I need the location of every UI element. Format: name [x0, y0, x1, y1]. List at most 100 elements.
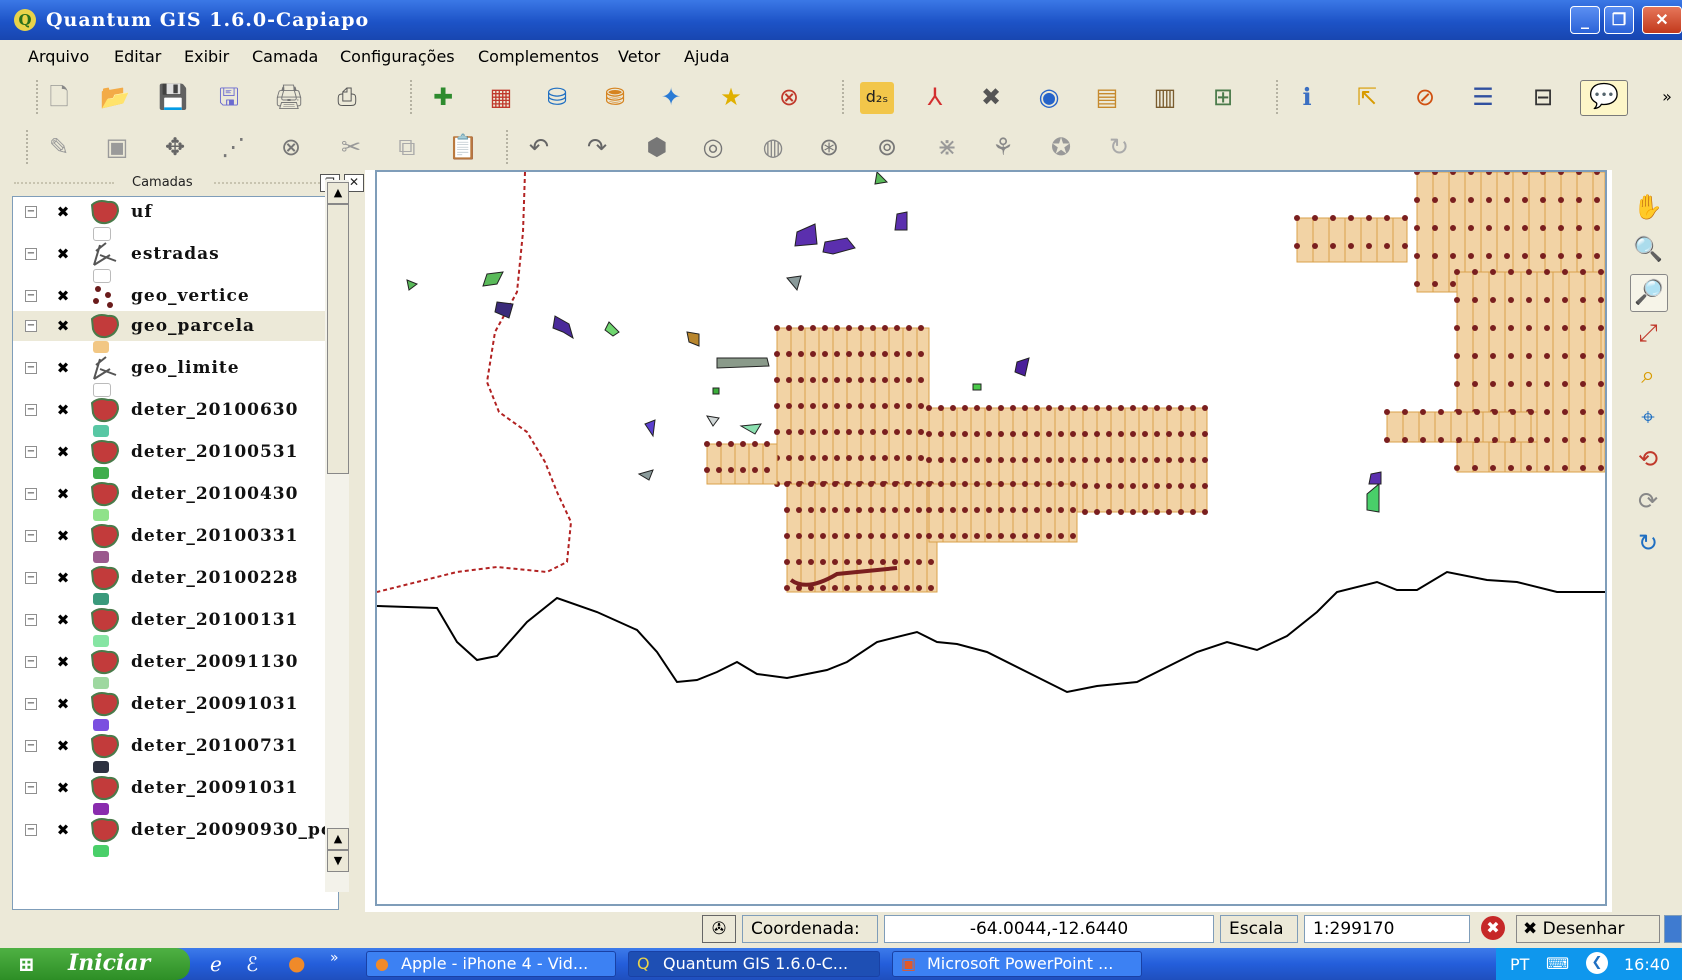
save-edits-icon[interactable]: ▣ [100, 132, 134, 164]
visibility-checkbox[interactable]: ✖ [55, 612, 71, 628]
visibility-checkbox[interactable]: ✖ [55, 318, 71, 334]
visibility-checkbox[interactable]: ✖ [55, 360, 71, 376]
layer-item-deter-20100630[interactable]: − ✖ deter_20100630 [13, 395, 338, 425]
menu-complementos[interactable]: Complementos [478, 47, 599, 66]
layer-item-deter-20091031[interactable]: − ✖ deter_20091031 [13, 689, 338, 719]
save-project-icon[interactable]: 💾 [156, 82, 190, 114]
start-button[interactable]: ⊞ Iniciar [0, 948, 190, 980]
layer-item-deter-20100731[interactable]: − ✖ deter_20100731 [13, 731, 338, 761]
attribute-table-icon[interactable]: ☰ [1466, 82, 1500, 114]
map-canvas[interactable] [375, 170, 1607, 906]
rotate-icon[interactable]: ↻ [1102, 132, 1136, 164]
ie-alt-quicklaunch-icon[interactable]: ℰ [246, 952, 258, 976]
deselect-icon[interactable]: ⊘ [1408, 82, 1442, 114]
layer-item-geo-parcela[interactable]: − ✖ geo_parcela [13, 311, 338, 341]
copy-features-icon[interactable]: ⧉ [390, 132, 424, 164]
select-icon[interactable]: ⇱ [1350, 82, 1384, 114]
collapse-toggle[interactable]: − [25, 656, 37, 668]
plugin-table-icon[interactable]: ▤ [1090, 82, 1124, 114]
map-render[interactable] [377, 172, 1605, 904]
visibility-checkbox[interactable]: ✖ [55, 570, 71, 586]
layer-item-deter-20100430[interactable]: − ✖ deter_20100430 [13, 479, 338, 509]
delete-selected-icon[interactable]: ⊗ [274, 132, 308, 164]
scale-input[interactable]: 1:299170 [1304, 915, 1470, 943]
menu-configuracoes[interactable]: Configurações [340, 47, 455, 66]
plugin-raster-icon[interactable]: ✖ [974, 82, 1008, 114]
firefox-quicklaunch-icon[interactable]: ● [288, 951, 305, 975]
collapse-toggle[interactable]: − [25, 320, 37, 332]
print-icon[interactable]: ⎙ [330, 82, 364, 114]
remove-layer-icon[interactable]: ⊗ [772, 82, 806, 114]
delete-part-icon[interactable]: ⊚ [870, 132, 904, 164]
minimize-button[interactable]: _ [1570, 6, 1600, 34]
restore-button[interactable]: ❐ [1604, 6, 1634, 34]
print-composer-icon[interactable]: 🖨 [272, 82, 306, 114]
collapse-toggle[interactable]: − [25, 782, 37, 794]
redo-icon[interactable]: ↷ [580, 132, 614, 164]
add-postgis-layer-icon[interactable]: ⛁ [540, 82, 574, 114]
visibility-checkbox[interactable]: ✖ [55, 444, 71, 460]
new-project-icon[interactable]: 🗋 [42, 82, 76, 114]
language-indicator[interactable]: PT [1510, 955, 1529, 974]
refresh-icon[interactable]: ↻ [1630, 526, 1666, 562]
collapse-toggle[interactable]: − [25, 446, 37, 458]
visibility-checkbox[interactable]: ✖ [55, 822, 71, 838]
stop-render-icon[interactable]: ✖ [1476, 915, 1510, 943]
collapse-toggle[interactable]: − [25, 530, 37, 542]
add-wms-layer-icon[interactable]: ✦ [654, 82, 688, 114]
quicklaunch-more-icon[interactable]: » [330, 950, 339, 966]
collapse-toggle[interactable]: − [25, 824, 37, 836]
add-spatialite-layer-icon[interactable]: ⛃ [598, 82, 632, 114]
cut-features-icon[interactable]: ✂ [334, 132, 368, 164]
node-tool-icon[interactable]: ⋰ [216, 132, 250, 164]
visibility-checkbox[interactable]: ✖ [55, 528, 71, 544]
measure-icon[interactable]: ⊟ [1526, 82, 1560, 114]
tray-expand-icon[interactable]: ❮ [1586, 952, 1608, 974]
visibility-checkbox[interactable]: ✖ [55, 654, 71, 670]
pdf-export-icon[interactable]: ⅄ [918, 82, 952, 114]
keyboard-icon[interactable]: ⌨ [1546, 954, 1569, 973]
pan-icon[interactable]: ✋ [1630, 190, 1666, 226]
scroll-up-button-2[interactable]: ▲ [327, 828, 349, 850]
scroll-thumb[interactable] [327, 204, 349, 474]
d2s-icon[interactable]: d₂ₛ [860, 82, 894, 114]
visibility-checkbox[interactable]: ✖ [55, 288, 71, 304]
zoom-layer-icon[interactable]: ⌖ [1630, 400, 1666, 436]
menu-arquivo[interactable]: Arquivo [28, 47, 89, 66]
zoom-last-icon[interactable]: ⟲ [1630, 442, 1666, 478]
edit-pencil-icon[interactable]: ✎ [42, 132, 76, 164]
collapse-toggle[interactable]: − [25, 488, 37, 500]
open-project-icon[interactable]: 📂 [98, 82, 132, 114]
menu-exibir[interactable]: Exibir [184, 47, 229, 66]
layer-item-geo-limite[interactable]: − ✖ geo_limite [13, 353, 338, 383]
collapse-toggle[interactable]: − [25, 404, 37, 416]
collapse-toggle[interactable]: − [25, 206, 37, 218]
visibility-checkbox[interactable]: ✖ [55, 402, 71, 418]
move-feature-icon[interactable]: ✥ [158, 132, 192, 164]
add-vector-layer-icon[interactable]: ✚ [426, 82, 460, 114]
plugin-mapbook-icon[interactable]: ▥ [1148, 82, 1182, 114]
layer-tree-scrollbar[interactable]: ▲ ▲ ▼ [325, 180, 349, 892]
ie-quicklaunch-icon[interactable]: ℯ [210, 952, 222, 976]
zoom-selection-icon[interactable]: ⌕ [1630, 358, 1666, 394]
menu-vetor[interactable]: Vetor [618, 47, 660, 66]
layer-item-estradas[interactable]: − ✖ estradas [13, 239, 338, 269]
layer-item-deter-20090930-pol[interactable]: − ✖ deter_20090930_pol [13, 815, 338, 845]
layer-item-deter-20091031[interactable]: − ✖ deter_20091031 [13, 773, 338, 803]
menu-ajuda[interactable]: Ajuda [684, 47, 730, 66]
menu-camada[interactable]: Camada [252, 47, 318, 66]
collapse-toggle[interactable]: − [25, 362, 37, 374]
collapse-toggle[interactable]: − [25, 572, 37, 584]
visibility-checkbox[interactable]: ✖ [55, 204, 71, 220]
collapse-toggle[interactable]: − [25, 614, 37, 626]
zoom-next-icon[interactable]: ⟳ [1630, 484, 1666, 520]
add-raster-layer-icon[interactable]: ▦ [484, 82, 518, 114]
menu-editar[interactable]: Editar [114, 47, 161, 66]
identify-icon[interactable]: ℹ [1290, 82, 1324, 114]
task-powerpoint[interactable]: ▣ Microsoft PowerPoint ... [892, 951, 1142, 977]
new-shapefile-icon[interactable]: ★ [714, 82, 748, 114]
scroll-up-button[interactable]: ▲ [327, 182, 349, 204]
plugin-gps-icon[interactable]: ◉ [1032, 82, 1066, 114]
close-button[interactable]: ✕ [1642, 6, 1682, 34]
layer-item-deter-20100228[interactable]: − ✖ deter_20100228 [13, 563, 338, 593]
